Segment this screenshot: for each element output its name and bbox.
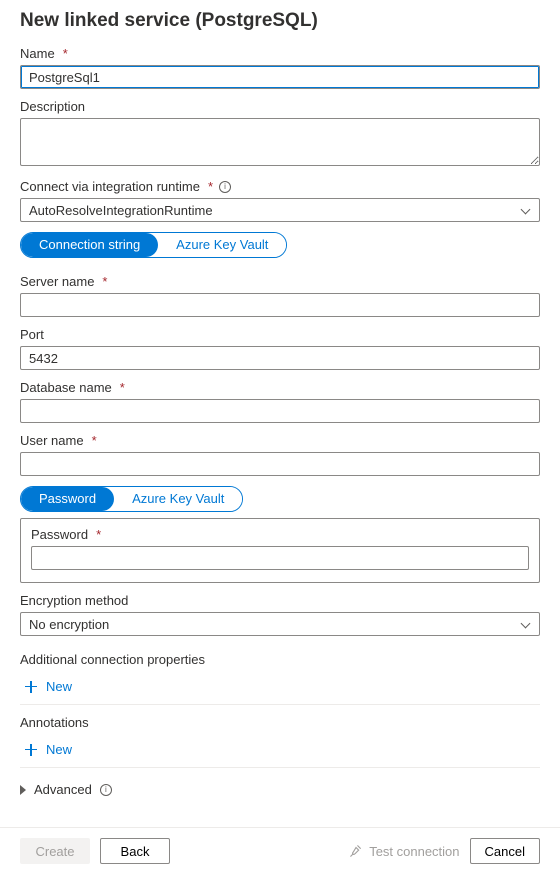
encryption-selected-value: No encryption (29, 617, 109, 632)
info-icon[interactable]: i (219, 181, 231, 193)
port-label-text: Port (20, 327, 44, 342)
server-name-label-text: Server name (20, 274, 94, 289)
required-asterisk: * (92, 433, 97, 448)
password-input[interactable] (31, 546, 529, 570)
additional-props-label-text: Additional connection properties (20, 652, 205, 667)
tab-azure-key-vault[interactable]: Azure Key Vault (158, 233, 286, 257)
encryption-label: Encryption method (20, 593, 540, 608)
required-asterisk: * (96, 527, 101, 542)
tab-connection-string[interactable]: Connection string (21, 233, 158, 257)
cancel-button[interactable]: Cancel (470, 838, 540, 864)
encryption-label-text: Encryption method (20, 593, 128, 608)
advanced-toggle[interactable]: Advanced i (20, 778, 540, 813)
password-label: Password * (31, 527, 529, 542)
tab-password-key-vault[interactable]: Azure Key Vault (114, 487, 242, 511)
advanced-label: Advanced (34, 782, 92, 797)
user-name-input[interactable] (20, 452, 540, 476)
additional-props-label: Additional connection properties (20, 652, 540, 667)
name-label: Name * (20, 46, 540, 61)
auth-method-tabs: Connection string Azure Key Vault (20, 232, 287, 258)
password-box: Password * (20, 518, 540, 583)
password-label-text: Password (31, 527, 88, 542)
name-input[interactable] (20, 65, 540, 89)
runtime-selected-value: AutoResolveIntegrationRuntime (29, 203, 213, 218)
plug-icon (349, 844, 363, 858)
footer-right: Test connection Cancel (349, 838, 540, 864)
tab-password[interactable]: Password (21, 487, 114, 511)
add-annotation-label: New (46, 742, 72, 757)
annotations-label-text: Annotations (20, 715, 89, 730)
port-input[interactable] (20, 346, 540, 370)
required-asterisk: * (208, 179, 213, 194)
divider (20, 767, 540, 768)
test-connection-button: Test connection (349, 844, 459, 859)
runtime-select[interactable]: AutoResolveIntegrationRuntime (20, 198, 540, 222)
page-title: New linked service (PostgreSQL) (20, 10, 540, 32)
server-name-input[interactable] (20, 293, 540, 317)
encryption-select[interactable]: No encryption (20, 612, 540, 636)
linked-service-panel: New linked service (PostgreSQL) Name * D… (0, 0, 560, 827)
triangle-right-icon (20, 785, 26, 795)
back-button[interactable]: Back (100, 838, 170, 864)
plus-icon (24, 743, 38, 757)
annotations-label: Annotations (20, 715, 540, 730)
description-label-text: Description (20, 99, 85, 114)
footer-left: Create Back (20, 838, 170, 864)
add-annotation-button[interactable]: New (20, 734, 76, 765)
info-icon[interactable]: i (100, 784, 112, 796)
database-name-input[interactable] (20, 399, 540, 423)
required-asterisk: * (120, 380, 125, 395)
description-label: Description (20, 99, 540, 114)
user-name-label-text: User name (20, 433, 84, 448)
chevron-down-icon (521, 205, 531, 215)
footer: Create Back Test connection Cancel (0, 827, 560, 876)
server-name-label: Server name * (20, 274, 540, 289)
runtime-label: Connect via integration runtime * i (20, 179, 540, 194)
create-button: Create (20, 838, 90, 864)
database-name-label-text: Database name (20, 380, 112, 395)
required-asterisk: * (63, 46, 68, 61)
description-textarea[interactable] (20, 118, 540, 166)
name-label-text: Name (20, 46, 55, 61)
user-name-label: User name * (20, 433, 540, 448)
runtime-label-text: Connect via integration runtime (20, 179, 200, 194)
required-asterisk: * (102, 274, 107, 289)
plus-icon (24, 680, 38, 694)
divider (20, 704, 540, 705)
password-source-tabs: Password Azure Key Vault (20, 486, 243, 512)
add-additional-property-button[interactable]: New (20, 671, 76, 702)
port-label: Port (20, 327, 540, 342)
chevron-down-icon (521, 619, 531, 629)
add-additional-property-label: New (46, 679, 72, 694)
test-connection-label: Test connection (369, 844, 459, 859)
database-name-label: Database name * (20, 380, 540, 395)
